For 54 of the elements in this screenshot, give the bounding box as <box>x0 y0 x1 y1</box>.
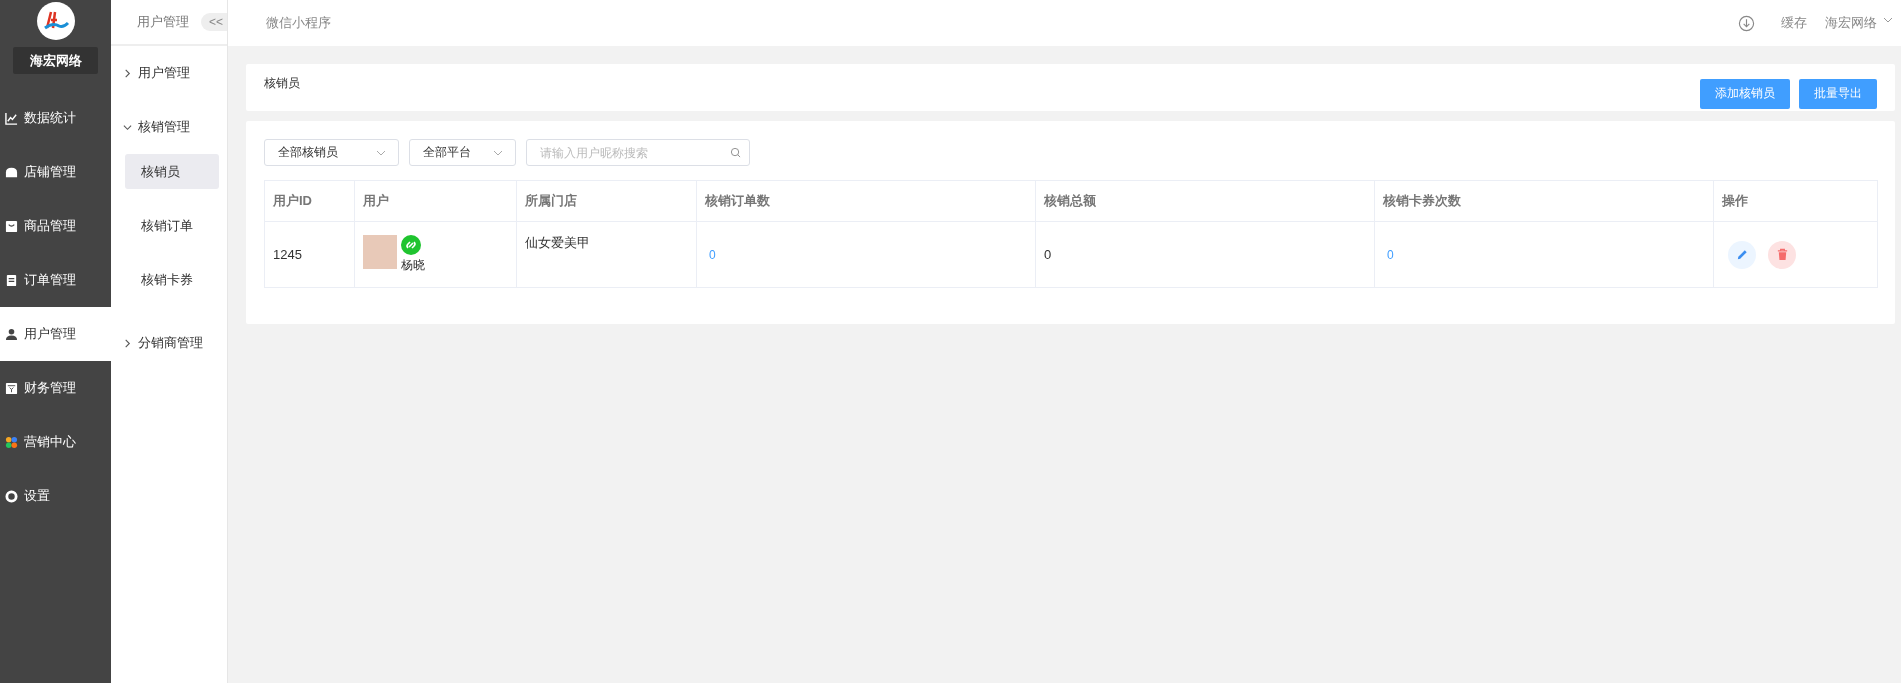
submenu-item[interactable]: 核销卡券 <box>125 262 219 297</box>
nav-item[interactable]: 设置 <box>0 469 111 523</box>
nav-item[interactable]: 商品管理 <box>0 199 111 253</box>
nav-item[interactable]: 店铺管理 <box>0 145 111 199</box>
chart-icon <box>5 111 18 125</box>
user-icon <box>5 327 18 341</box>
download-icon[interactable] <box>1738 14 1755 32</box>
nav-item[interactable]: 营销中心 <box>0 415 111 469</box>
column-header: 所属门店 <box>525 193 577 208</box>
filter-dropdown[interactable]: 全部核销员 <box>264 139 399 166</box>
link-badge-icon <box>401 235 421 255</box>
photo-placeholder <box>363 235 397 269</box>
logo-icon <box>36 2 75 40</box>
search-field[interactable]: 请输入用户昵称搜索 <box>526 139 750 166</box>
top-tab[interactable]: 微信小程序 <box>266 14 331 32</box>
settings-icon <box>5 489 18 503</box>
page-title: 核销员 <box>264 75 300 92</box>
table-cell: 0 <box>1044 247 1052 262</box>
edit-button[interactable] <box>1728 240 1756 269</box>
nav-item[interactable]: 用户管理 <box>0 307 111 361</box>
shop-icon <box>5 165 18 179</box>
column-header: 用户ID <box>273 193 312 208</box>
column-header: 核销卡券次数 <box>1383 193 1461 208</box>
chevron-icon <box>123 68 132 78</box>
nav-item[interactable]: 订单管理 <box>0 253 111 307</box>
envelope-icon <box>5 219 18 233</box>
nav-item[interactable]: 财务管理 <box>0 361 111 415</box>
submenu-group[interactable]: 分销商管理 <box>111 316 227 370</box>
submenu-group[interactable]: 用户管理 <box>111 46 227 100</box>
cache-link[interactable]: 缓存 <box>1781 14 1807 32</box>
caret-icon <box>1883 15 1893 25</box>
column-header: 用户 <box>363 193 389 208</box>
chevron-icon <box>123 122 132 132</box>
user-name: 杨晓 <box>401 257 425 274</box>
submenu-item[interactable]: 核销订单 <box>125 208 219 243</box>
submenu-title: 用户管理 <box>137 13 189 31</box>
column-header: 操作 <box>1722 193 1748 208</box>
nav-item[interactable]: 数据统计 <box>0 91 111 145</box>
brand-name: 海宏网络 <box>13 47 98 74</box>
account-menu[interactable]: 海宏网络 <box>1825 14 1877 32</box>
submenu-group[interactable]: 核销管理 <box>111 100 227 154</box>
trash-icon <box>1775 248 1789 261</box>
table-cell: 1245 <box>273 247 302 262</box>
table-cell: 仙女爱美甲 <box>525 235 590 250</box>
search-icon <box>730 147 741 158</box>
colored-dots-icon <box>5 435 18 449</box>
delete-button[interactable] <box>1768 240 1796 269</box>
pencil-icon <box>1735 248 1749 261</box>
column-header: 核销总额 <box>1044 193 1096 208</box>
column-header: 核销订单数 <box>705 193 770 208</box>
clipboard-icon <box>5 273 18 287</box>
chevron-icon <box>123 338 132 348</box>
submenu-item[interactable]: 核销员 <box>125 154 219 189</box>
filter-dropdown[interactable]: 全部平台 <box>409 139 516 166</box>
